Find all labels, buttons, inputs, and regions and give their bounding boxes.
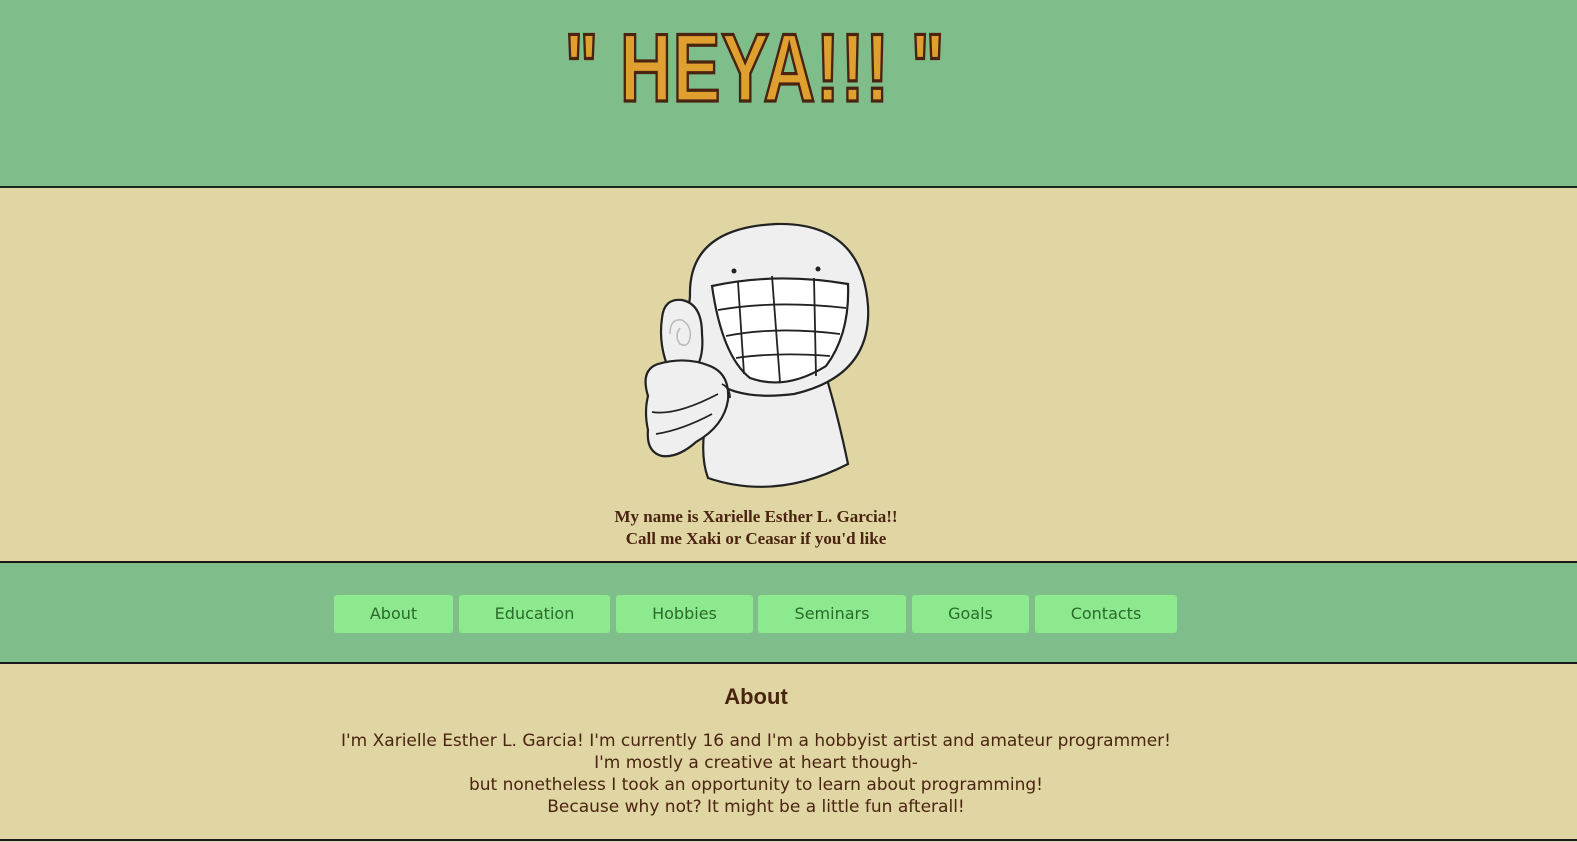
about-line: I'm mostly a creative at heart though- <box>594 753 918 773</box>
header-banner: " HEYA!!! " <box>0 0 1577 188</box>
navigation-bar: About Education Hobbies Seminars Goals C… <box>0 563 1577 664</box>
nav-seminars-button[interactable]: Seminars <box>758 595 906 633</box>
grinning-thumbs-up-mascot-icon <box>644 222 870 488</box>
hero-section: My name is Xarielle Esther L. Garcia!! C… <box>0 188 1577 563</box>
about-line: Because why not? It might be a little fu… <box>547 797 965 817</box>
about-line: but nonetheless I took an opportunity to… <box>468 775 1044 795</box>
intro-nickname-line: Call me Xaki or Ceasar if you'd like <box>625 529 887 548</box>
intro-name-line: My name is Xarielle Esther L. Garcia!! <box>614 507 898 526</box>
nav-hobbies-button[interactable]: Hobbies <box>616 595 753 633</box>
intro-text: My name is Xarielle Esther L. Garcia!! C… <box>0 506 1512 550</box>
nav-contacts-button[interactable]: Contacts <box>1035 595 1177 633</box>
nav-education-button[interactable]: Education <box>459 595 610 633</box>
about-line: I'm Xarielle Esther L. Garcia! I'm curre… <box>341 731 1171 751</box>
nav-about-button[interactable]: About <box>334 595 453 633</box>
about-section: About I'm Xarielle Esther L. Garcia! I'm… <box>0 664 1577 842</box>
section-divider <box>0 839 1577 841</box>
about-paragraph: I'm Xarielle Esther L. Garcia! I'm curre… <box>0 730 1512 818</box>
nav-goals-button[interactable]: Goals <box>912 595 1029 633</box>
page-title: " HEYA!!! " <box>563 14 946 122</box>
about-heading: About <box>724 684 788 709</box>
